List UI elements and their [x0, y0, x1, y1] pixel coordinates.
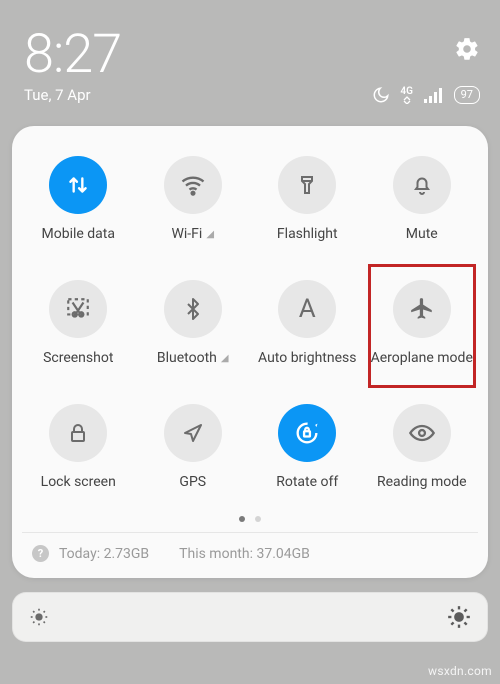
mobile-data-icon — [65, 172, 91, 198]
brightness-high-icon — [446, 604, 472, 630]
location-arrow-icon — [181, 421, 205, 445]
today-usage: Today: 2.73GB — [59, 546, 149, 562]
network-type: 4G — [400, 87, 414, 104]
tile-rotate-off[interactable]: Rotate off — [251, 396, 364, 514]
scissors-icon — [65, 296, 91, 322]
brightness-low-icon — [28, 606, 50, 628]
tile-aeroplane-mode[interactable]: Aeroplane mode — [366, 272, 479, 390]
tile-bluetooth[interactable]: Bluetooth◢ — [137, 272, 250, 390]
tile-flashlight[interactable]: Flashlight — [251, 148, 364, 266]
tile-reading-mode[interactable]: Reading mode — [366, 396, 479, 514]
tile-screenshot[interactable]: Screenshot — [22, 272, 135, 390]
settings-button[interactable] — [454, 36, 480, 62]
bell-icon — [410, 173, 434, 197]
watermark: wsxdn.com — [428, 664, 492, 678]
chevron-icon: ◢ — [206, 229, 214, 240]
tile-auto-brightness[interactable]: A Auto brightness — [251, 272, 364, 390]
dnd-icon — [372, 86, 390, 104]
chevron-icon: ◢ — [221, 353, 229, 364]
info-icon: ? — [32, 545, 49, 562]
page-dot-2 — [255, 516, 261, 522]
tile-wifi[interactable]: Wi-Fi◢ — [137, 148, 250, 266]
battery-indicator: 97 — [454, 86, 480, 104]
tile-mute[interactable]: Mute — [366, 148, 479, 266]
eye-icon — [408, 419, 436, 447]
status-bar: 8:27 Tue, 7 Apr 4G 97 — [0, 0, 500, 112]
status-icons-right: 4G 97 — [372, 86, 480, 104]
tile-grid: Mobile data Wi-Fi◢ Flashlight Mute Scree — [22, 148, 478, 514]
status-date: Tue, 7 Apr — [24, 86, 91, 104]
flashlight-icon — [295, 173, 319, 197]
clock: 8:27 — [24, 28, 480, 82]
bluetooth-icon — [181, 297, 205, 321]
lock-icon — [66, 421, 90, 445]
wifi-icon — [179, 171, 207, 199]
brightness-slider[interactable] — [12, 592, 488, 642]
quick-settings-panel: Mobile data Wi-Fi◢ Flashlight Mute Scree — [12, 126, 488, 578]
highlight-annotation — [368, 264, 477, 388]
tile-gps[interactable]: GPS — [137, 396, 250, 514]
rotate-lock-icon — [293, 419, 321, 447]
page-dot-1 — [239, 516, 245, 522]
tile-mobile-data[interactable]: Mobile data — [22, 148, 135, 266]
tile-lock-screen[interactable]: Lock screen — [22, 396, 135, 514]
page-indicator — [22, 516, 478, 522]
status-row: Tue, 7 Apr 4G 97 — [24, 86, 480, 104]
data-usage-row[interactable]: ? Today: 2.73GB This month: 37.04GB — [22, 532, 478, 564]
month-usage: This month: 37.04GB — [179, 546, 310, 562]
letter-a-icon: A — [299, 294, 316, 324]
signal-icon — [424, 87, 444, 103]
